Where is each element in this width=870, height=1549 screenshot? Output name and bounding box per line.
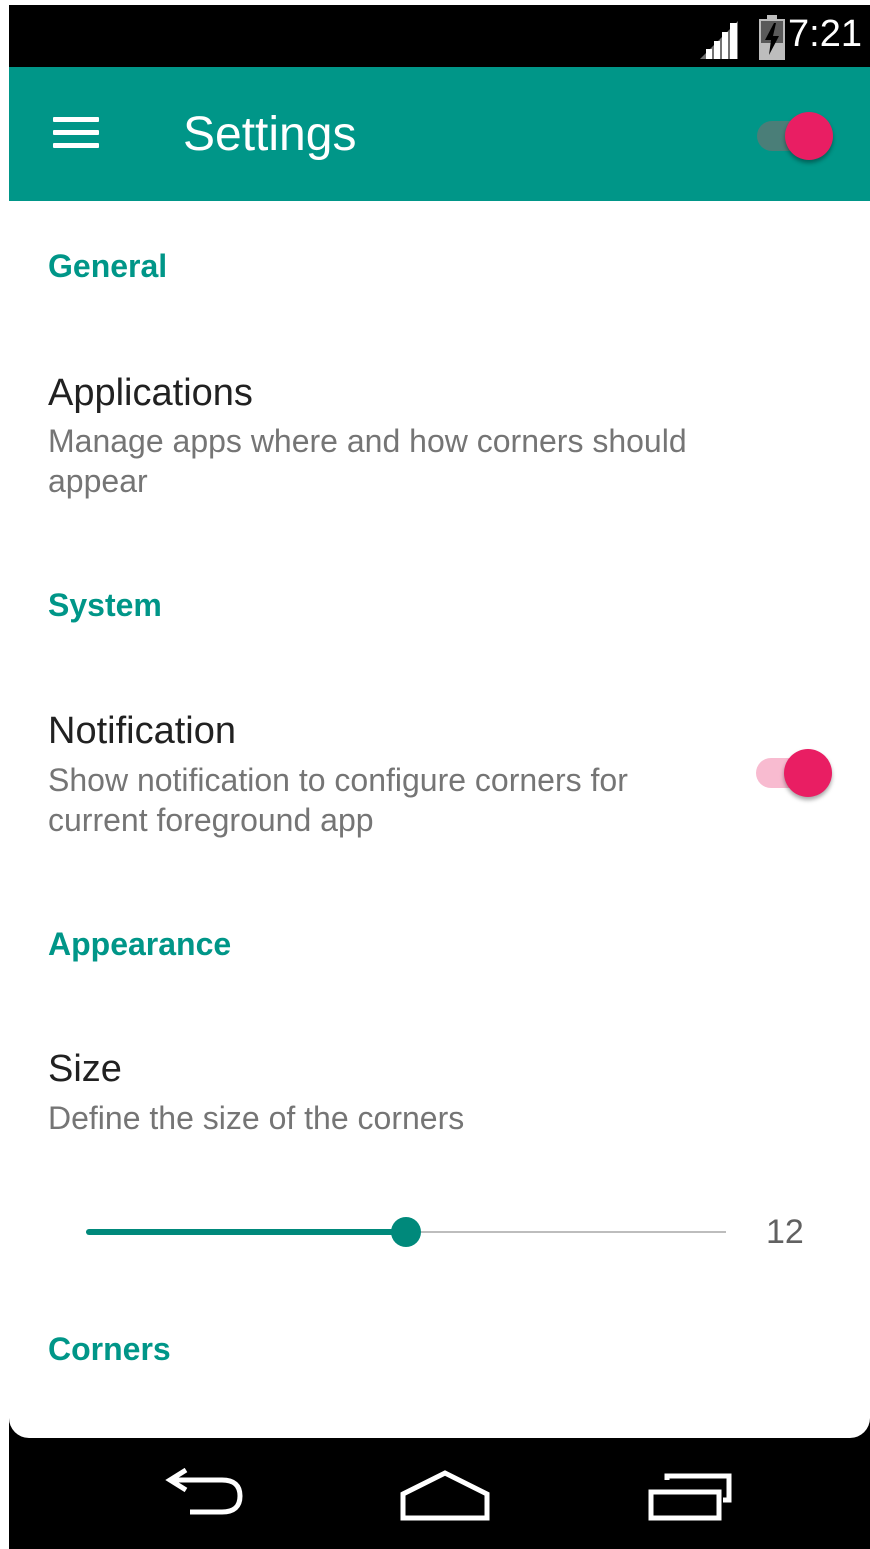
page-title: Settings — [183, 108, 357, 161]
pref-title: Size — [48, 1048, 122, 1090]
recents-icon[interactable] — [645, 1472, 735, 1524]
switch-thumb — [785, 112, 833, 160]
back-icon[interactable] — [160, 1468, 246, 1520]
slider-fill — [86, 1229, 406, 1235]
size-value: 12 — [766, 1213, 804, 1251]
app-bar: Settings — [9, 67, 870, 201]
pref-title: Notification — [48, 710, 236, 752]
section-header-appearance: Appearance — [48, 926, 232, 962]
pref-applications[interactable]: Applications Manage apps where and how c… — [9, 350, 870, 520]
battery-charging-icon — [759, 15, 785, 60]
signal-icon — [700, 21, 738, 59]
content-bottom-edge — [9, 1392, 870, 1438]
status-bar: 7:21 — [9, 5, 870, 67]
pref-summary: Define the size of the corners — [48, 1100, 465, 1136]
switch-thumb — [784, 749, 832, 797]
slider-thumb[interactable] — [391, 1217, 421, 1247]
pref-summary: Manage apps where and how corners should… — [48, 423, 687, 499]
master-toggle-switch[interactable] — [755, 110, 835, 160]
menu-icon[interactable] — [53, 117, 99, 149]
section-header-general: General — [48, 248, 168, 284]
size-slider[interactable] — [86, 1216, 726, 1248]
pref-title: Applications — [48, 372, 253, 414]
home-icon[interactable] — [398, 1468, 492, 1524]
screen-edge — [0, 0, 9, 1549]
pref-notification[interactable]: Notification Show notification to config… — [9, 690, 870, 860]
pref-summary: Show notification to configure corners f… — [48, 762, 628, 838]
notification-toggle-switch[interactable] — [754, 747, 834, 797]
screen: 7:21 Settings General Applications Manag… — [0, 0, 870, 1549]
section-header-system: System — [48, 587, 162, 623]
status-time: 7:21 — [788, 13, 862, 55]
pref-size: Size Define the size of the corners — [9, 1030, 870, 1150]
section-header-corners: Corners — [48, 1331, 171, 1367]
